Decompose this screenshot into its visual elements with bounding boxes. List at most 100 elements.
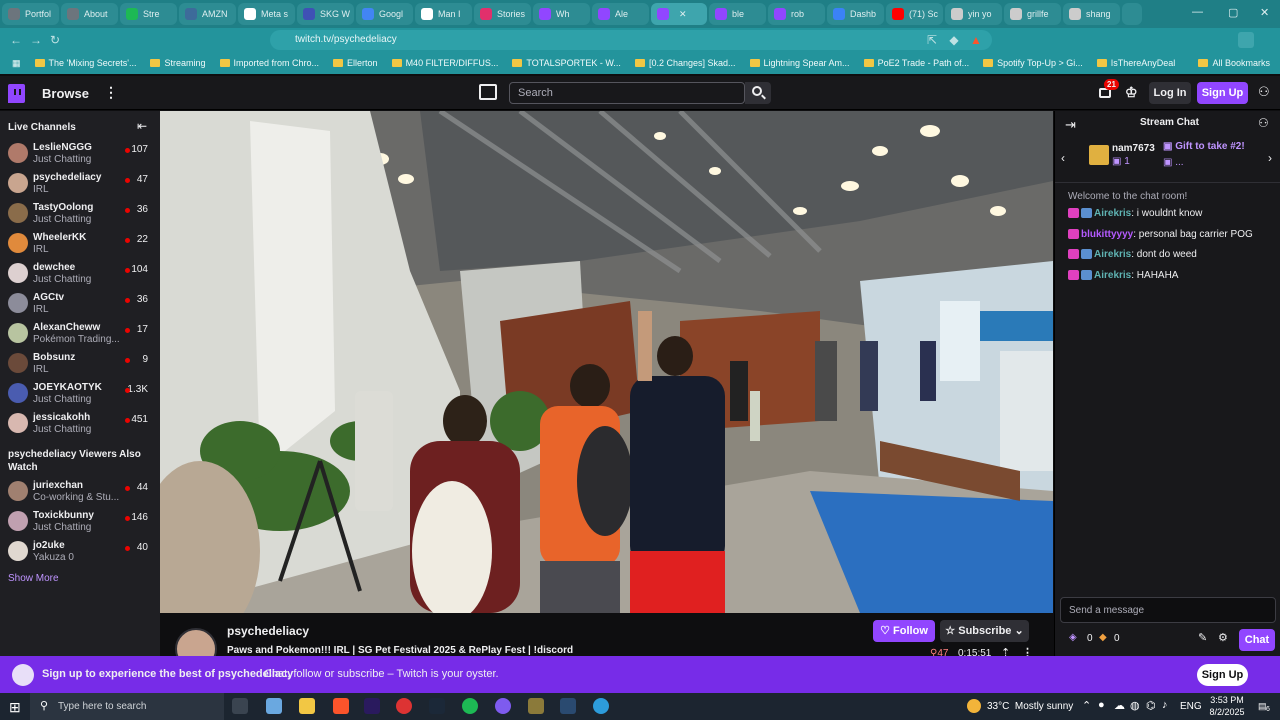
show-more-link[interactable]: Show More (8, 573, 59, 584)
discord-tray-icon[interactable]: ◍ (1130, 699, 1140, 712)
browser-tab[interactable]: About (61, 3, 118, 25)
channel-points-icon[interactable]: ◈ (1069, 632, 1077, 643)
banner-signup-button[interactable]: Sign Up (1197, 664, 1248, 686)
bookmark-item[interactable]: Spotify Top-Up > Gi... (983, 58, 1083, 68)
bookmark-item[interactable]: The 'Mixing Secrets'... (34, 58, 136, 68)
chat-input[interactable]: Send a message (1060, 597, 1276, 623)
browser-tab[interactable]: Googl (356, 3, 413, 25)
copilot-icon[interactable] (266, 698, 282, 714)
forward-icon[interactable]: → (28, 32, 44, 48)
channel-item[interactable]: jessicakohh Just Chatting 451 (0, 409, 160, 439)
chat-settings-icon[interactable]: ⚙ (1218, 631, 1228, 644)
browser-tab[interactable]: shang (1063, 3, 1120, 25)
collapse-sidebar-icon[interactable]: ⇤ (137, 119, 147, 133)
bookmark-item[interactable]: M40 FILTER/DIFFUS... (391, 58, 498, 68)
browser-tab[interactable]: AMZN (179, 3, 236, 25)
language-indicator[interactable]: ENG (1180, 701, 1202, 712)
brave-browser-icon[interactable] (333, 698, 349, 714)
chat-username[interactable]: blukittyyyy (1081, 229, 1133, 240)
chat-username[interactable]: Airekris (1094, 249, 1131, 260)
minimize-icon[interactable]: — (1192, 6, 1203, 18)
brave-rewards-icon[interactable]: ▲ (968, 32, 984, 48)
chat-username[interactable]: Airekris (1094, 208, 1131, 219)
browser-tab[interactable]: Man I (415, 3, 472, 25)
maximize-icon[interactable]: ▢ (1228, 6, 1238, 19)
chat-send-button[interactable]: Chat (1239, 629, 1275, 651)
twitch-logo-icon[interactable] (8, 84, 25, 103)
close-tab-icon[interactable]: ✕ (679, 9, 687, 20)
task-view-icon[interactable] (232, 698, 248, 714)
channel-item[interactable]: AlexanCheww Pokémon Trading... 17 (0, 319, 160, 349)
gift-username[interactable]: nam7673 (1112, 143, 1155, 154)
channel-item[interactable]: psychedeliacy IRL 47 (0, 169, 160, 199)
community-icon[interactable]: ⚇ (1258, 116, 1269, 130)
browser-tab[interactable]: ✕ (651, 3, 707, 25)
collapse-chat-icon[interactable]: ⇥ (1065, 117, 1076, 133)
follow-button[interactable]: ♡ Follow (873, 620, 935, 642)
channel-item[interactable]: Bobsunz IRL 9 (0, 349, 160, 379)
prime-crown-icon[interactable]: ♔ (1125, 84, 1138, 101)
search-button[interactable] (745, 82, 771, 104)
obs-icon[interactable] (396, 698, 412, 714)
browser-tab[interactable]: rob (768, 3, 825, 25)
bookmark-item[interactable]: [0.2 Changes] Skad... (634, 58, 736, 68)
bookmark-item[interactable]: Streaming (150, 58, 206, 68)
weather-text[interactable]: 33°C Mostly sunny (987, 701, 1073, 712)
reload-icon[interactable]: ↻ (47, 32, 63, 48)
premiere-icon[interactable] (364, 698, 380, 714)
chat-username[interactable]: Airekris (1094, 270, 1131, 281)
browser-tab[interactable]: Portfol (2, 3, 59, 25)
browser-tab[interactable]: Wh (533, 3, 590, 25)
channel-item[interactable]: dewchee Just Chatting 104 (0, 259, 160, 289)
video-player[interactable] (160, 111, 1053, 613)
bookmark-item[interactable]: TOTALSPORTEK - W... (512, 58, 621, 68)
profile-icon[interactable] (1238, 32, 1254, 48)
browser-tab[interactable]: (71) Sc (886, 3, 943, 25)
channel-item[interactable]: jo2uke Yakuza 0 40 (0, 537, 160, 567)
all-bookmarks[interactable]: All Bookmarks (1198, 58, 1280, 68)
channel-item[interactable]: Toxickbunny Just Chatting 146 (0, 507, 160, 537)
clock-date[interactable]: 8/2/2025 (1203, 707, 1251, 717)
browser-tab[interactable]: Ale (592, 3, 649, 25)
user-menu-icon[interactable]: ⚇ (1258, 84, 1270, 100)
browser-tab[interactable]: Meta s (238, 3, 295, 25)
browser-tab[interactable]: grillfe (1004, 3, 1061, 25)
chevron-left-icon[interactable]: ‹ (1061, 151, 1065, 165)
channel-item[interactable]: JOEYKAOTYK Just Chatting 1.3K (0, 379, 160, 409)
new-tab-icon[interactable] (1122, 3, 1142, 25)
emote-icon[interactable]: ✎ (1198, 631, 1207, 644)
network-icon[interactable]: ⌬ (1146, 699, 1156, 712)
streamer-name[interactable]: psychedeliacy (227, 624, 309, 638)
app-icon[interactable] (593, 698, 609, 714)
tray-chevron-icon[interactable]: ⌃ (1082, 699, 1091, 712)
share-icon[interactable]: ⇱ (924, 32, 940, 48)
channel-item[interactable]: AGCtv IRL 36 (0, 289, 160, 319)
browser-tab[interactable]: yin yo (945, 3, 1002, 25)
browser-tab[interactable]: Dashb (827, 3, 884, 25)
steam-icon[interactable] (429, 698, 445, 714)
browser-tab[interactable]: Stre (120, 3, 177, 25)
bookmark-item[interactable]: Imported from Chro... (219, 58, 319, 68)
apps-icon[interactable]: ▦ (12, 58, 21, 69)
channel-item[interactable]: WheelerKK IRL 22 (0, 229, 160, 259)
subscribe-button[interactable]: ☆ Subscribe ⌄ (940, 620, 1029, 642)
back-icon[interactable]: ← (8, 32, 24, 48)
game-launcher-icon[interactable] (528, 698, 544, 714)
mic-icon[interactable]: ● (1098, 699, 1105, 711)
bits-icon[interactable]: ◆ (1099, 632, 1107, 643)
windows-start-icon[interactable]: ⊞ (9, 699, 21, 716)
login-button[interactable]: Log In (1149, 82, 1191, 104)
bookmark-item[interactable]: IsThereAnyDeal (1096, 58, 1175, 68)
bookmark-item[interactable]: Lightning Spear Am... (749, 58, 850, 68)
channel-item[interactable]: LeslieNGGG Just Chatting 107 (0, 139, 160, 169)
bookmark-item[interactable]: PoE2 Trade - Path of... (863, 58, 969, 68)
search-input[interactable]: Search (509, 82, 745, 104)
browser-tab[interactable]: ble (709, 3, 766, 25)
cloud-icon[interactable]: ☁ (1114, 699, 1125, 712)
more-options-icon[interactable]: ⋮ (104, 84, 118, 101)
volume-icon[interactable]: ♪ (1162, 699, 1168, 711)
channel-item[interactable]: TastyOolong Just Chatting 36 (0, 199, 160, 229)
turbo-icon[interactable] (479, 84, 497, 100)
channel-item[interactable]: juriexchan Co-working & Stu... 44 (0, 477, 160, 507)
spotify-icon[interactable] (462, 698, 478, 714)
